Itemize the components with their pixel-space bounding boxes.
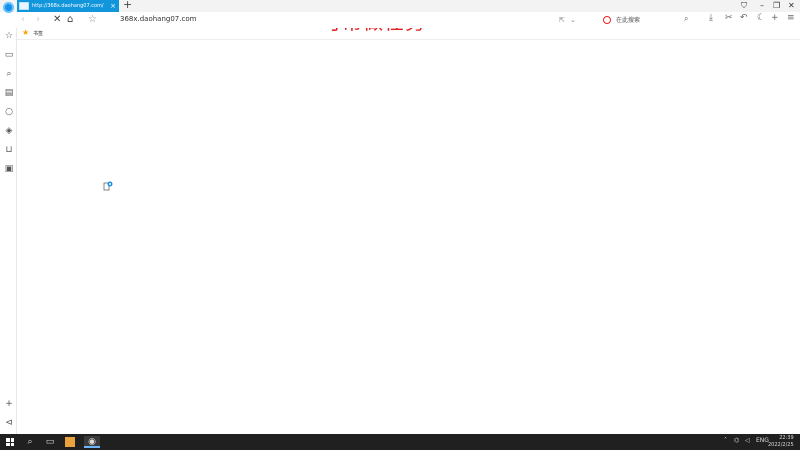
card-icon[interactable]: ▤ <box>4 88 14 98</box>
system-clock[interactable]: 22:39 2022/2/25 <box>768 435 794 449</box>
language-indicator[interactable]: ENG <box>756 437 769 444</box>
extensions-add-icon[interactable]: + <box>771 13 779 23</box>
search-icon[interactable]: ⌕ <box>684 14 688 24</box>
restore-button[interactable]: ❐ <box>773 1 780 10</box>
sidebar: ☆ ▭ ⌕ ▤ ○ ◈ ⊔ ▣ + ⊲ <box>0 28 17 434</box>
tab-close-icon[interactable]: × <box>110 0 116 12</box>
volume-icon[interactable]: ◁ <box>745 437 750 444</box>
cart-icon[interactable]: ⊔ <box>4 145 14 155</box>
show-hidden-icons-icon[interactable]: ˄ <box>724 437 727 444</box>
collapse-sidebar-icon[interactable]: ⊲ <box>4 418 14 428</box>
navigation-toolbar: ‹ › ✕ ⌂ ☆ 368x.daohang07.com ⇱ ⌄ 在此搜索 ⌕ … <box>17 12 800 28</box>
favorites-icon[interactable]: ☆ <box>4 31 14 41</box>
bookmarks-star-icon: ★ <box>22 28 30 37</box>
clock-time: 22:39 <box>779 435 794 441</box>
taskbar: ⌕ ▭ ◉ ˄ ⌬ ◁ ENG 22:39 2022/2/25 <box>0 434 800 450</box>
night-mode-icon[interactable]: ☾ <box>757 13 765 23</box>
share-icon[interactable]: ⇱ <box>559 13 565 27</box>
chevron-down-icon[interactable]: ⌄ <box>570 13 576 27</box>
browser-window: http://368x.daohang07.com/ × + ⛉ – ❐ ✕ 可… <box>0 0 800 450</box>
undo-icon[interactable]: ↶ <box>740 13 748 23</box>
menu-icon[interactable]: ≡ <box>787 13 795 23</box>
game-icon[interactable]: ◈ <box>4 126 14 136</box>
tab-active[interactable]: http://368x.daohang07.com/ × <box>17 0 119 12</box>
browser-logo-icon[interactable] <box>3 2 14 13</box>
network-icon[interactable]: ⌬ <box>734 437 739 444</box>
page-favicon-icon <box>19 2 29 10</box>
clock-date: 2022/2/25 <box>768 442 794 448</box>
tab-title: http://368x.daohang07.com/ <box>32 3 104 9</box>
search-placeholder: 在此搜索 <box>616 17 641 24</box>
loading-page-icon <box>103 181 113 191</box>
home-icon[interactable]: ⌂ <box>67 13 73 27</box>
bookmarks-bar: ★ 书签 <box>17 28 800 40</box>
chat-icon[interactable]: ○ <box>4 107 14 117</box>
forward-icon[interactable]: › <box>36 13 40 27</box>
sidebar-add-icon[interactable]: + <box>4 399 14 409</box>
minimize-button[interactable]: – <box>760 1 764 10</box>
download-icon[interactable]: ⤓ <box>709 13 713 23</box>
stop-icon[interactable]: ✕ <box>53 13 61 27</box>
skin-icon[interactable]: ⛉ <box>741 1 747 11</box>
reading-icon[interactable]: ▭ <box>4 50 14 60</box>
search-sidebar-icon[interactable]: ⌕ <box>4 69 14 79</box>
screenshot-icon[interactable]: ✂ <box>725 13 733 23</box>
new-tab-button[interactable]: + <box>123 0 132 11</box>
taskbar-app-folder-icon[interactable] <box>65 437 75 447</box>
back-icon[interactable]: ‹ <box>21 13 25 27</box>
bookmarks-label[interactable]: 书签 <box>33 30 43 37</box>
taskbar-search-icon[interactable]: ⌕ <box>24 436 36 448</box>
bookmark-star-icon[interactable]: ☆ <box>88 13 97 27</box>
search-engine-icon[interactable] <box>603 16 611 24</box>
notes-icon[interactable]: ▣ <box>4 164 14 174</box>
task-view-icon[interactable]: ▭ <box>44 436 56 448</box>
close-window-button[interactable]: ✕ <box>788 1 795 10</box>
address-bar[interactable]: 368x.daohang07.com <box>120 15 196 23</box>
taskbar-browser-icon[interactable]: ◉ <box>84 436 100 448</box>
start-windows-icon[interactable] <box>6 438 14 446</box>
search-input[interactable]: 在此搜索 ⌕ <box>602 14 692 26</box>
